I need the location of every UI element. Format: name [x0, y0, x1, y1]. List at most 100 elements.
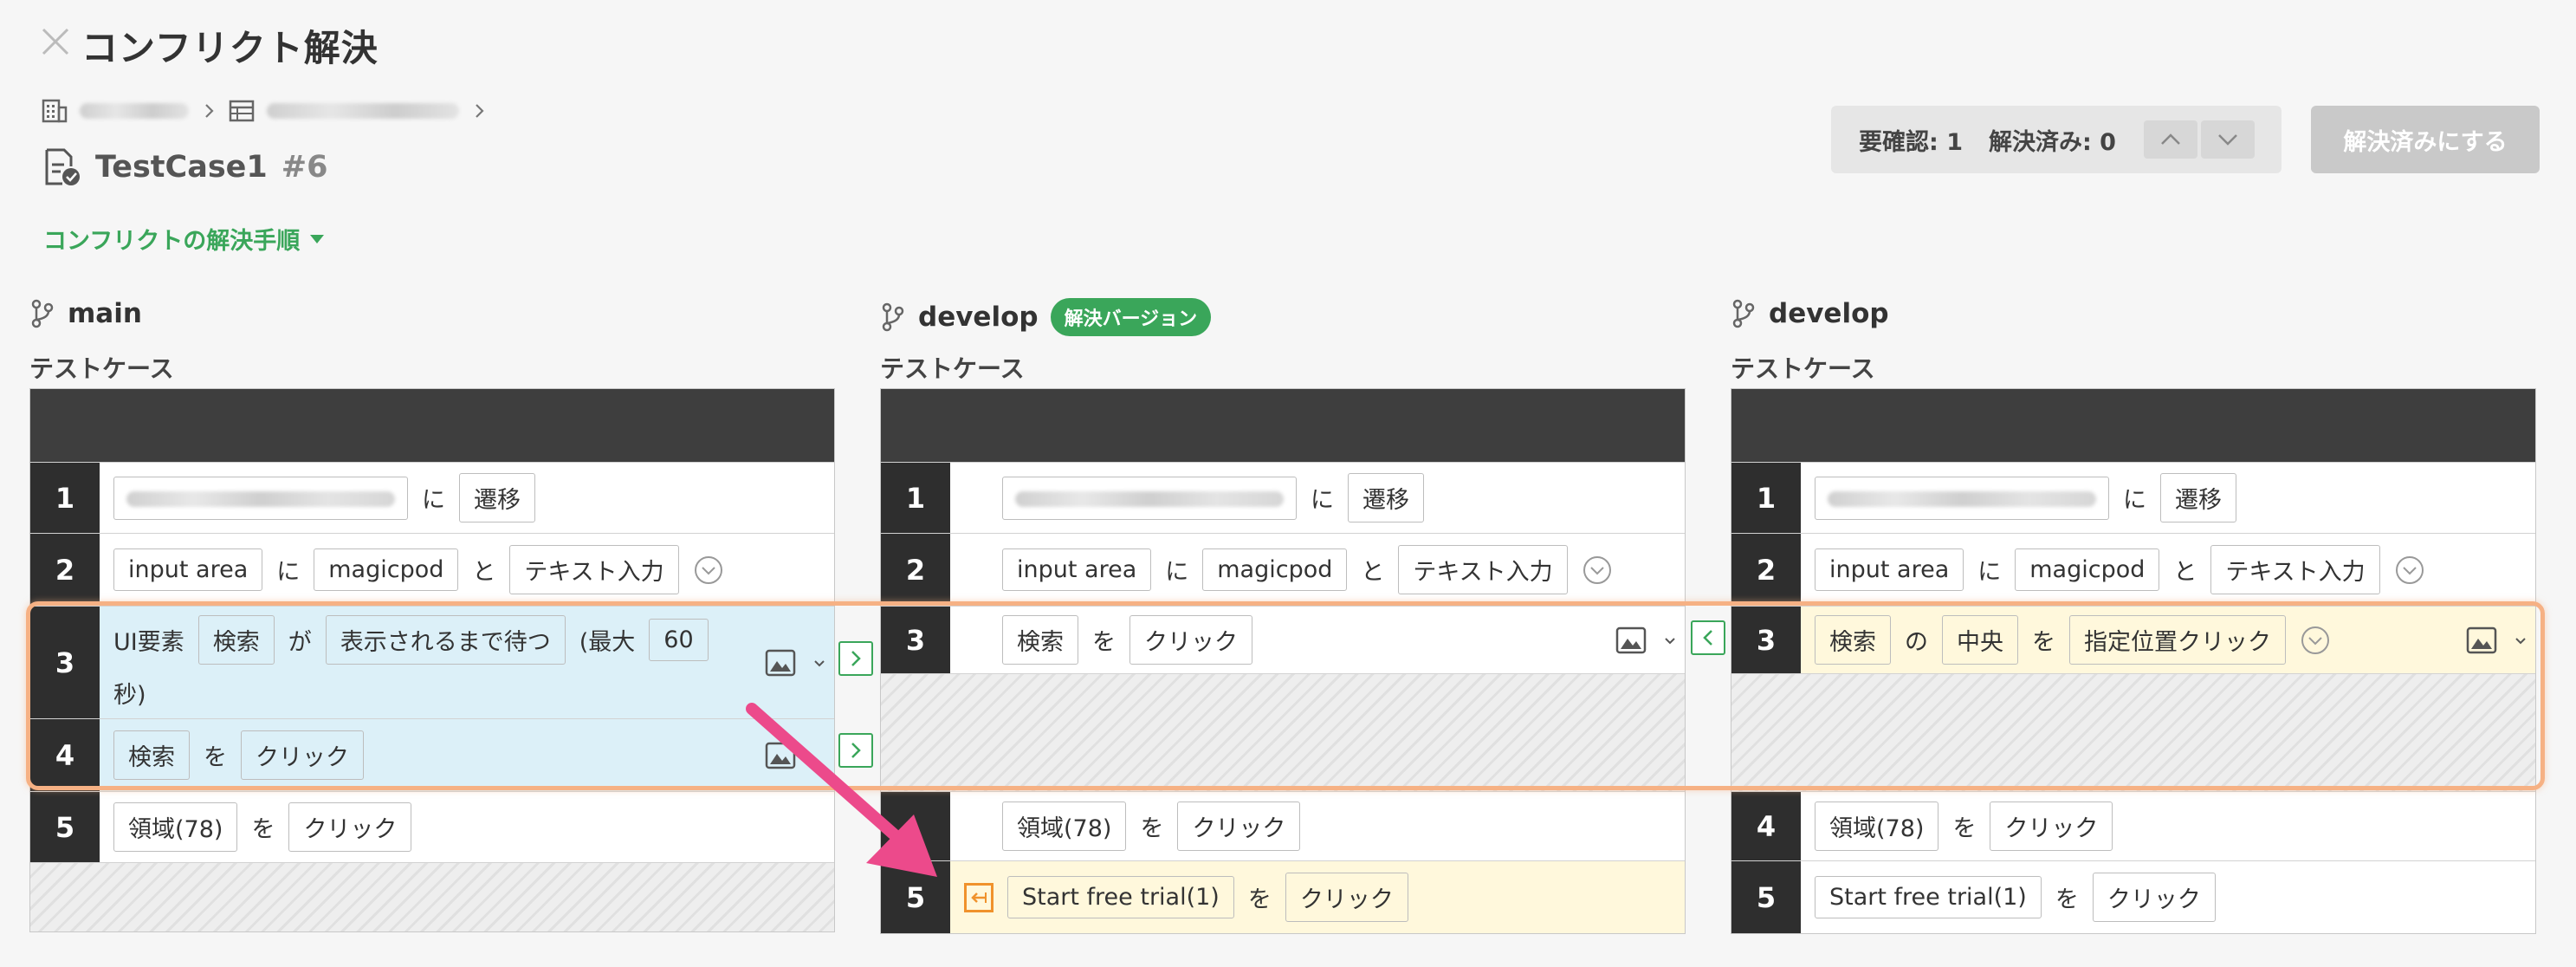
expand-circle-icon[interactable]: [1582, 555, 1613, 586]
image-icon[interactable]: [765, 646, 799, 680]
element-chip[interactable]: 検索: [1815, 615, 1891, 665]
step-row[interactable]: 1 に 遷移: [1731, 462, 2535, 533]
dropdown-caret-icon[interactable]: [1662, 633, 1678, 648]
url-value[interactable]: [1815, 476, 2109, 520]
particle: に: [1165, 559, 1189, 586]
step-row[interactable]: 領域(78) を クリック: [881, 791, 1685, 860]
particle: に: [422, 487, 445, 514]
command-chip[interactable]: テキスト入力: [509, 545, 679, 594]
step-row-conflict[interactable]: 3 検索 の 中央 を 指定位置クリック: [1731, 606, 2535, 673]
conflict-status: 要確認: 1 解決済み: 0: [1831, 106, 2282, 173]
particle: に: [2123, 487, 2146, 514]
element-chip[interactable]: Start free trial(1): [1007, 876, 1234, 918]
command-chip[interactable]: 遷移: [1348, 473, 1424, 522]
command-chip[interactable]: 表示されるまで待つ: [325, 615, 566, 665]
command-chip[interactable]: クリック: [2092, 873, 2216, 922]
url-value[interactable]: [113, 476, 408, 520]
command-chip[interactable]: クリック: [288, 802, 412, 852]
command-chip[interactable]: クリック: [1177, 802, 1301, 851]
element-chip[interactable]: Start free trial(1): [1815, 876, 2042, 918]
command-chip[interactable]: 遷移: [2160, 473, 2236, 522]
particle: を: [251, 816, 275, 843]
particle: を: [1952, 815, 1977, 842]
empty-row: [1731, 673, 2535, 791]
particle: と: [2173, 559, 2197, 586]
command-chip[interactable]: クリック: [1285, 873, 1408, 922]
value-chip[interactable]: magicpod: [1202, 548, 1348, 591]
particle: を: [1092, 629, 1116, 656]
image-icon[interactable]: [1615, 623, 1650, 658]
value-chip[interactable]: magicpod: [2015, 548, 2160, 591]
next-conflict-button[interactable]: [2200, 120, 2255, 159]
element-chip[interactable]: 領域(78): [113, 802, 238, 852]
step-number: 1: [30, 463, 100, 533]
testcase-table-develop: 1 に 遷移 2 input area に magicpod と テキスト入力 …: [1731, 388, 2536, 934]
command-chip[interactable]: テキスト入力: [2210, 545, 2380, 594]
expand-circle-icon[interactable]: [2300, 625, 2331, 656]
apply-right-button[interactable]: [838, 641, 873, 676]
testcase-title: TestCase1 #6: [42, 147, 327, 187]
element-chip[interactable]: 領域(78): [1002, 802, 1127, 851]
dropdown-caret-icon[interactable]: [2513, 633, 2528, 648]
command-chip[interactable]: 遷移: [459, 473, 535, 522]
element-chip[interactable]: 検索: [113, 730, 190, 780]
command-chip[interactable]: テキスト入力: [1398, 545, 1568, 594]
step-row-conflict[interactable]: 4 検索 を クリック: [30, 718, 834, 791]
step-number: 3: [881, 607, 950, 673]
testcase-name: TestCase1: [95, 150, 268, 185]
step-row[interactable]: 2 input area に magicpod と テキスト入力: [881, 533, 1685, 606]
element-chip[interactable]: input area: [1815, 548, 1964, 591]
step-row[interactable]: 5 領域(78) を クリック: [30, 791, 834, 862]
value-chip[interactable]: magicpod: [314, 548, 459, 591]
position-chip[interactable]: 中央: [1942, 615, 2018, 665]
command-chip[interactable]: クリック: [1129, 615, 1252, 665]
branch-icon: [882, 302, 904, 332]
step-row[interactable]: 2 input area に magicpod と テキスト入力: [30, 533, 834, 606]
image-icon[interactable]: [2466, 623, 2501, 658]
element-chip[interactable]: 検索: [1002, 615, 1078, 665]
step-row[interactable]: 1 に 遷移: [881, 462, 1685, 533]
url-value[interactable]: [1002, 476, 1297, 520]
breadcrumb-org[interactable]: [80, 103, 189, 119]
step-number: 1: [881, 463, 950, 533]
dropdown-caret-icon[interactable]: [812, 655, 827, 671]
page-title: コンフリクト解決: [81, 27, 379, 69]
conflict-guide-toggle[interactable]: コンフリクトの解決手順: [43, 222, 325, 256]
step-row[interactable]: 1 に 遷移: [30, 462, 834, 533]
step-row[interactable]: 2 input area に magicpod と テキスト入力: [1731, 533, 2535, 606]
breadcrumb-project[interactable]: [267, 103, 459, 119]
branch-icon: [31, 299, 54, 328]
chevron-right-icon: [476, 104, 484, 118]
caret-down-icon: [310, 234, 325, 243]
branch-header-main: main: [29, 298, 142, 329]
apply-left-button[interactable]: [1691, 620, 1725, 655]
command-chip[interactable]: クリック: [241, 730, 364, 780]
step-number: 4: [1731, 792, 1801, 860]
particle: を: [2032, 629, 2055, 656]
table-icon: [229, 100, 255, 122]
step-row-conflict[interactable]: 3 検索 を クリック: [881, 606, 1685, 673]
element-chip[interactable]: 領域(78): [1815, 802, 1939, 851]
step-row-added[interactable]: 5 Start free trial(1) を クリック: [881, 860, 1685, 933]
expand-circle-icon[interactable]: [2394, 555, 2425, 586]
chevron-down-icon: [2218, 134, 2237, 146]
element-chip[interactable]: input area: [113, 548, 263, 591]
chevron-right-icon: [205, 104, 214, 118]
table-header: [1731, 389, 2535, 462]
particle: を: [1247, 886, 1272, 913]
element-chip[interactable]: input area: [1002, 548, 1152, 591]
command-chip[interactable]: クリック: [1990, 802, 2113, 851]
expand-circle-icon[interactable]: [693, 555, 724, 586]
command-chip[interactable]: 指定位置クリック: [2069, 615, 2286, 665]
seconds-value-chip[interactable]: 60: [649, 619, 709, 662]
step-row-conflict[interactable]: 3 UI要素 検索 が 表示されるまで待つ (最大 60 秒): [30, 606, 834, 718]
step-row[interactable]: 5 Start free trial(1) を クリック: [1731, 860, 2535, 933]
testcase-table-resolved: 1 に 遷移 2 input area に magicpod と テキスト入力 …: [880, 388, 1686, 934]
previous-conflict-button[interactable]: [2143, 120, 2197, 159]
close-icon[interactable]: [38, 24, 73, 59]
element-chip[interactable]: 検索: [197, 615, 275, 665]
mark-resolved-button[interactable]: 解決済みにする: [2311, 106, 2540, 173]
particle: に: [1977, 559, 2002, 586]
revert-step-icon[interactable]: [964, 882, 994, 912]
step-row[interactable]: 4 領域(78) を クリック: [1731, 791, 2535, 860]
